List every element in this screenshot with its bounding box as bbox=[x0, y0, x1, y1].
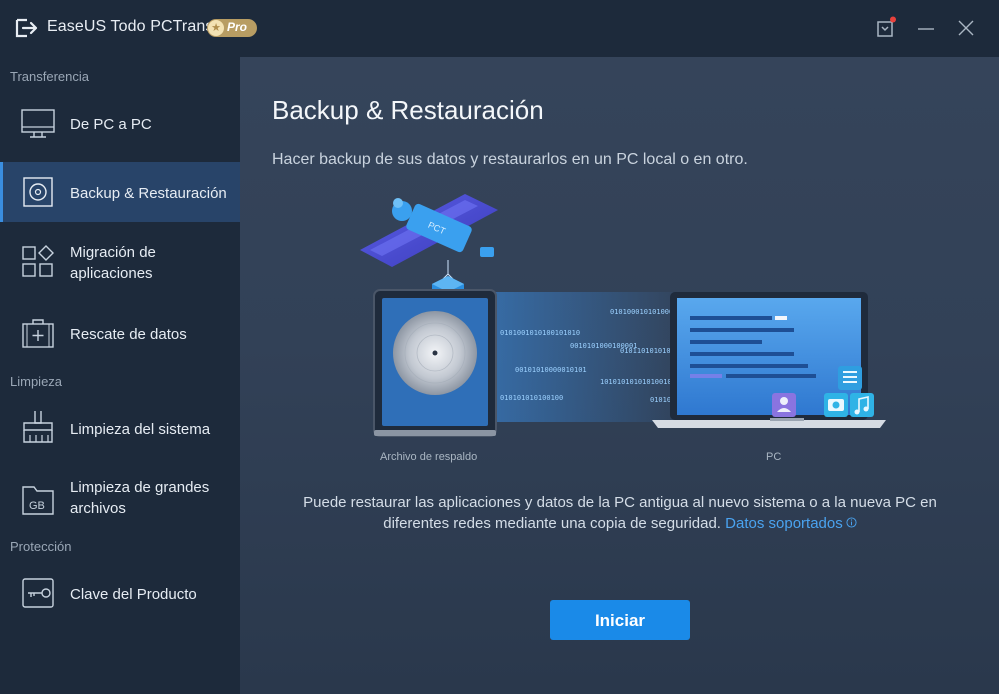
first-aid-kit-icon bbox=[22, 319, 54, 348]
svg-text:101010101010100100: 101010101010100100 bbox=[600, 378, 676, 386]
sidebar-item-product-key[interactable]: Clave del Producto bbox=[0, 563, 240, 623]
svg-text:0101001010100101010: 0101001010100101010 bbox=[500, 329, 580, 337]
section-label-transferencia: Transferencia bbox=[10, 69, 89, 84]
broom-icon bbox=[23, 411, 53, 443]
start-button[interactable]: Iniciar bbox=[550, 600, 690, 640]
svg-text:GB: GB bbox=[29, 500, 45, 512]
sidebar-item-label: De PC a PC bbox=[70, 116, 152, 133]
sidebar-item-large-file-cleanup[interactable]: GB Limpieza de grandes archivos bbox=[0, 469, 240, 531]
backup-archive-device bbox=[373, 289, 497, 437]
title-bar: EaseUS Todo PCTrans ★ Pro bbox=[0, 0, 999, 57]
monitor-icon bbox=[21, 109, 55, 138]
sidebar-item-label: Rescate de datos bbox=[70, 326, 187, 343]
sidebar-item-label: Limpieza de grandes archivos bbox=[70, 479, 210, 517]
backup-illustration: 0101000101010001010 0101001010100101010 … bbox=[360, 194, 886, 437]
app-title: EaseUS Todo PCTrans bbox=[47, 18, 214, 35]
sidebar-item-label: Backup & Restauración bbox=[70, 185, 227, 202]
sidebar-item-data-rescue[interactable]: Rescate de datos bbox=[0, 303, 240, 363]
sidebar-item-label: Clave del Producto bbox=[70, 586, 197, 603]
sidebar-item-label: Migración de aplicaciones bbox=[70, 244, 156, 282]
page-title: Backup & Restauración bbox=[272, 95, 544, 125]
page-subtitle: Hacer backup de sus datos y restaurarlos… bbox=[272, 151, 748, 168]
star-icon: ★ bbox=[208, 20, 224, 36]
notification-menu-icon[interactable] bbox=[874, 16, 898, 40]
section-label-limpieza: Limpieza bbox=[10, 374, 63, 389]
pc-laptop-device bbox=[652, 292, 886, 428]
svg-text:00101010000010101: 00101010000010101 bbox=[515, 366, 587, 374]
sidebar-item-backup-restore[interactable]: Backup & Restauración bbox=[0, 162, 240, 222]
section-label-proteccion: Protección bbox=[10, 539, 72, 554]
pro-label: Pro bbox=[227, 20, 248, 34]
key-icon bbox=[22, 578, 54, 608]
supported-data-link[interactable]: Datos soportados bbox=[725, 515, 857, 532]
sidebar: Transferencia De PC a PC Backup & Restau… bbox=[0, 57, 240, 694]
supported-data-link-label[interactable]: Datos soportados bbox=[725, 515, 843, 532]
pc-caption: PC bbox=[766, 451, 782, 463]
sidebar-item-pc-to-pc[interactable]: De PC a PC bbox=[0, 94, 240, 154]
close-icon[interactable] bbox=[954, 16, 978, 40]
sidebar-item-app-migration[interactable]: Migración de aplicaciones bbox=[0, 232, 240, 294]
backup-archive-caption: Archivo de respaldo bbox=[380, 451, 478, 463]
sidebar-item-label: Limpieza del sistema bbox=[70, 421, 211, 438]
svg-text:010101010100100: 010101010100100 bbox=[500, 394, 563, 402]
pro-badge: ★ Pro bbox=[207, 19, 257, 37]
app-logo-icon bbox=[15, 18, 38, 38]
info-icon[interactable] bbox=[846, 517, 857, 528]
disc-icon bbox=[23, 177, 53, 207]
gb-folder-icon: GB bbox=[22, 486, 54, 515]
minimize-icon[interactable] bbox=[914, 16, 938, 40]
sidebar-item-system-cleanup[interactable]: Limpieza del sistema bbox=[0, 399, 240, 459]
main-panel: Backup & Restauración Hacer backup de su… bbox=[240, 57, 999, 694]
description-text: Puede restaurar las aplicaciones y datos… bbox=[280, 492, 960, 534]
apps-grid-icon bbox=[22, 245, 54, 277]
